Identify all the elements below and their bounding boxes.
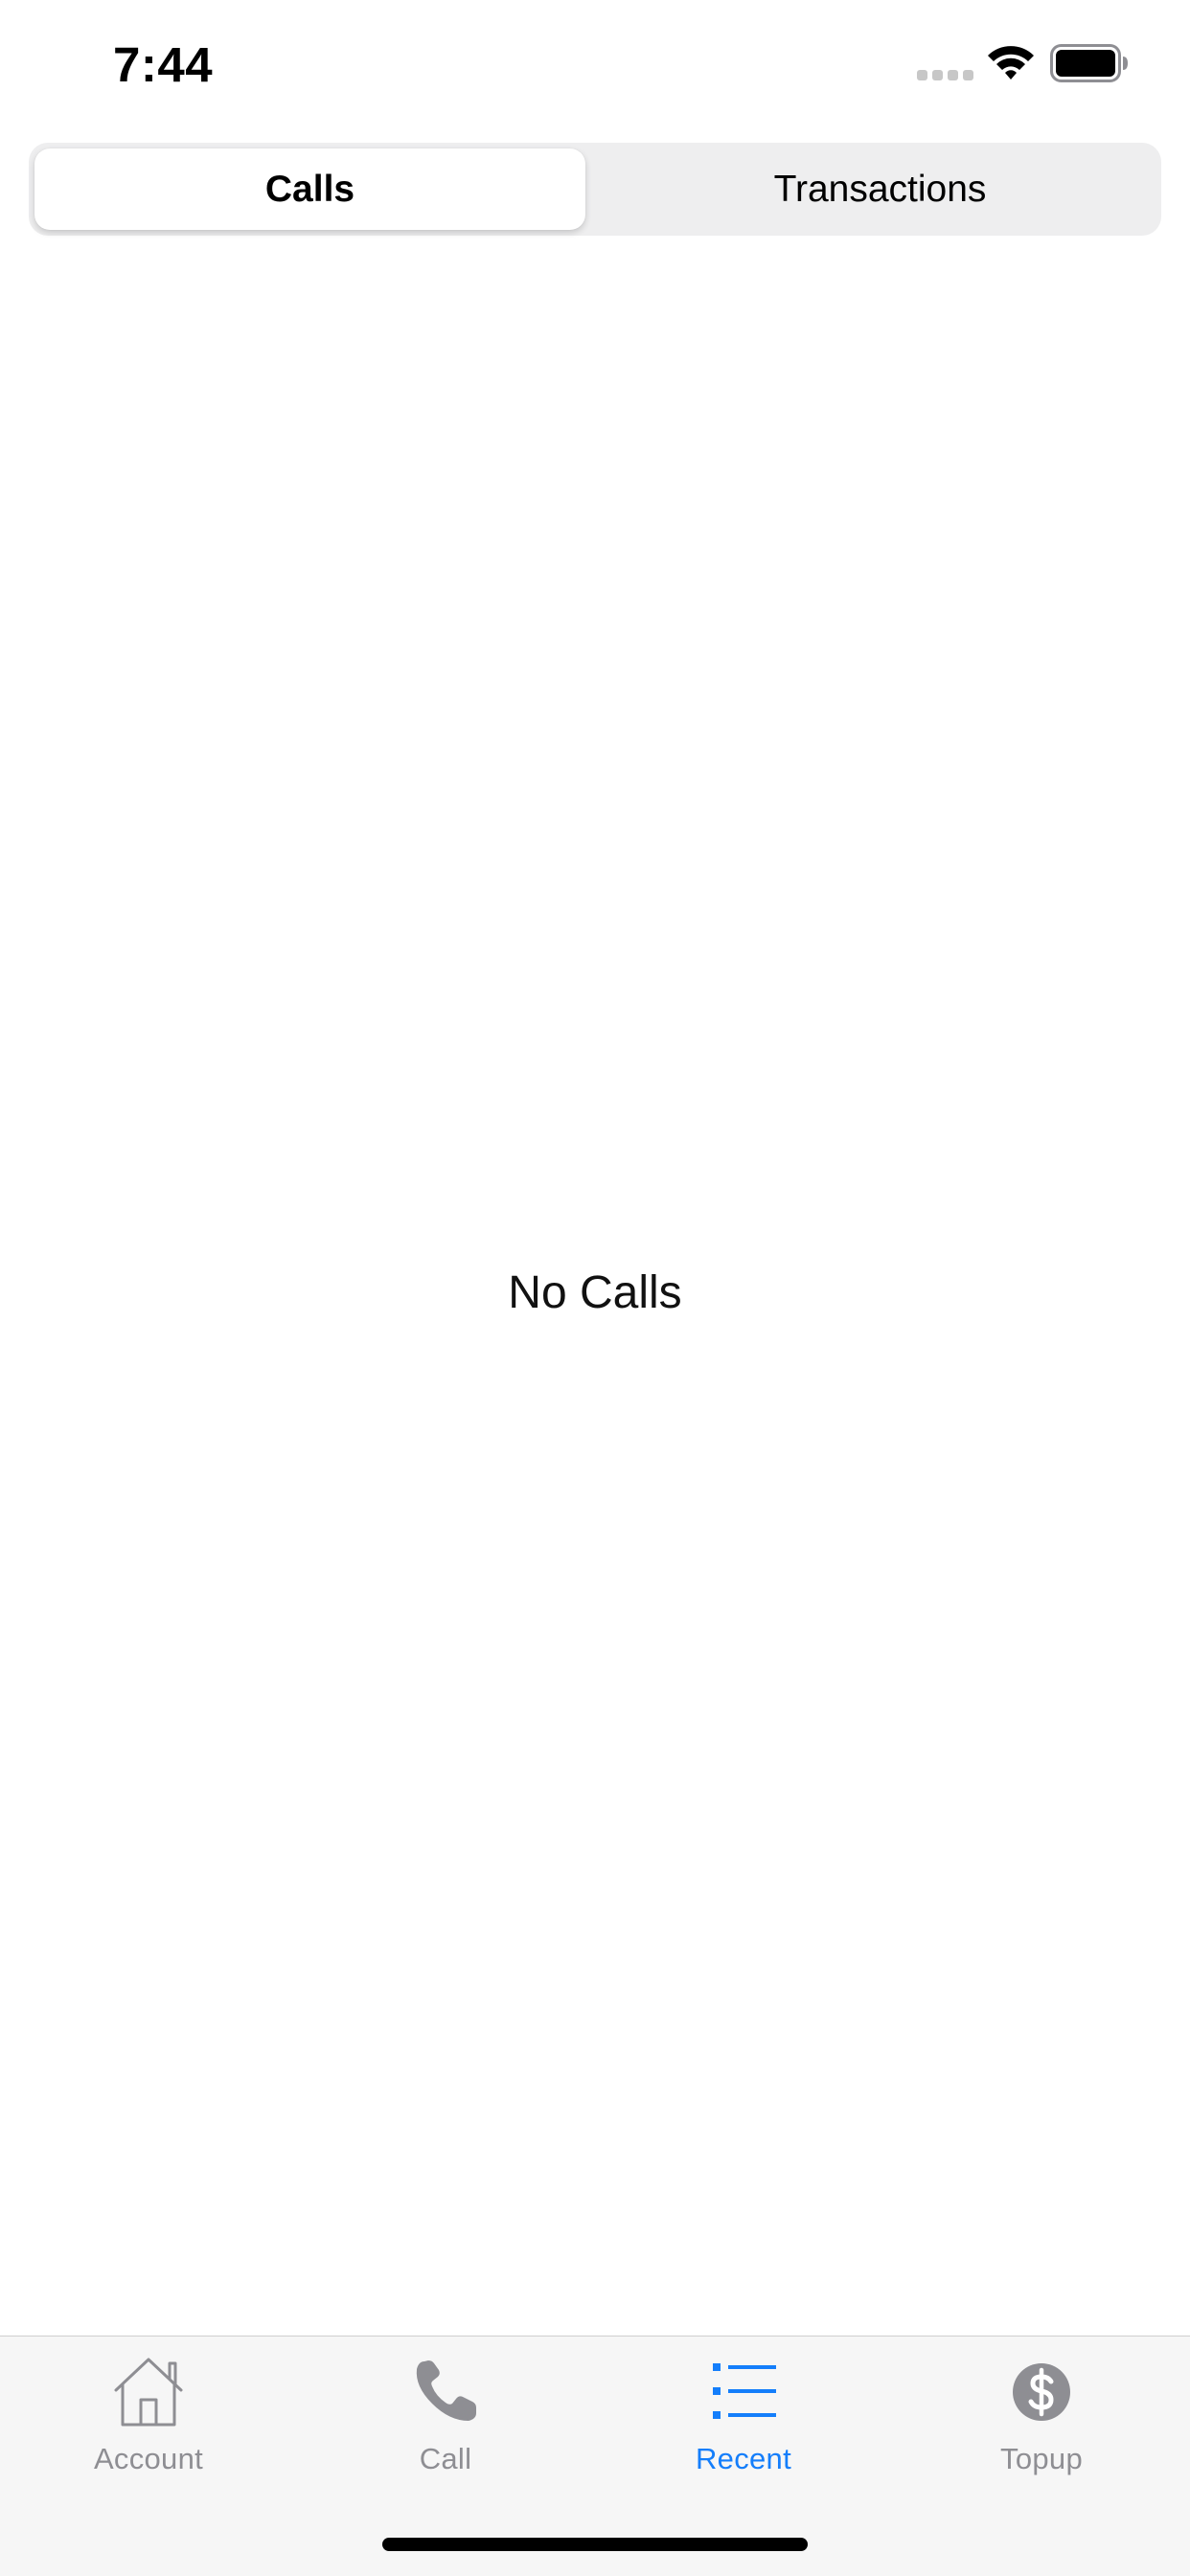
no-calls-message: No Calls [508,1267,682,1318]
tab-label-recent: Recent [695,2442,792,2475]
status-bar: 7:44 [0,0,1190,126]
tab-call[interactable]: Call [331,2354,561,2497]
wifi-icon [988,46,1034,80]
status-time: 7:44 [113,37,214,92]
tab-recent[interactable]: Recent [629,2354,858,2497]
segment-transactions[interactable]: Transactions [605,148,1156,230]
list-icon [713,2363,776,2419]
home-indicator [382,2538,808,2551]
phone-icon [416,2360,476,2421]
tab-account[interactable]: Account [34,2354,263,2497]
calls-transactions-segmented-control: Calls Transactions [29,143,1161,236]
tab-label-topup: Topup [1000,2442,1083,2475]
tab-label-call: Call [419,2442,472,2475]
tab-topup[interactable]: Topup [927,2354,1156,2497]
house-icon [114,2358,183,2427]
dollar-circle-icon [1013,2363,1070,2421]
tab-label-account: Account [93,2442,204,2475]
segment-calls[interactable]: Calls [34,148,585,230]
battery-icon [1050,44,1128,82]
signal-dots-icon [917,70,973,80]
